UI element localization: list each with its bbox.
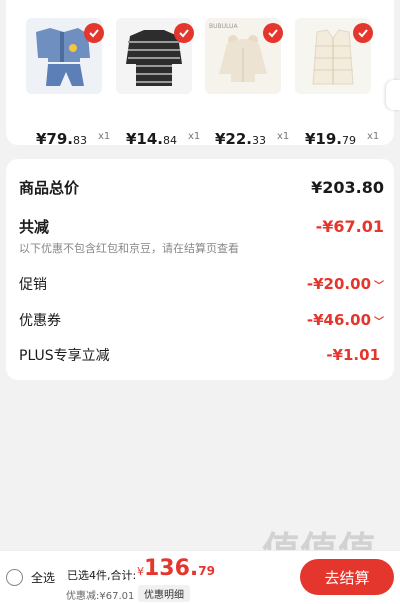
product-brand-label: BUBULUA [209, 23, 238, 30]
selected-count: 已选4件,合计: [67, 569, 137, 582]
total-amount: ¥136.79 [137, 556, 215, 581]
saving-value: -¥67.01 [315, 217, 384, 236]
select-all-label[interactable]: 全选 [31, 569, 55, 586]
checkout-button[interactable]: 去结算 [300, 559, 394, 595]
product-item[interactable]: ¥14.84 x1 [106, 18, 200, 148]
product-quantity: x1 [367, 131, 380, 142]
product-checked-icon[interactable] [263, 23, 283, 43]
product-checked-icon[interactable] [353, 23, 373, 43]
promotion-value[interactable]: -¥20.00 ﹀ [307, 275, 384, 293]
total-price-row: 商品总价 ¥203.80 [19, 177, 384, 198]
coupon-row[interactable]: 优惠券 -¥46.00 ﹀ [19, 310, 384, 330]
product-price: ¥14.84 [126, 130, 178, 148]
chevron-down-icon: ﹀ [374, 317, 384, 328]
discount-detail-button[interactable]: 优惠明细 [138, 585, 190, 602]
product-price: ¥22.33 [215, 130, 267, 148]
plus-discount-row: PLUS专享立减 -¥1.01 [19, 345, 384, 365]
saving-label: 共减 [19, 218, 50, 236]
promotion-row[interactable]: 促销 -¥20.00 ﹀ [19, 274, 384, 294]
product-checked-icon[interactable] [174, 23, 194, 43]
selected-products-card: ¥79.83 x1 ¥14.84 x1 BUBULUA ¥22.33 x1 ¥1… [6, 0, 400, 148]
discount-note: 以下优惠不包含红包和京豆，请在结算页查看 [19, 242, 239, 255]
discount-summary: 优惠减:¥67.01 [66, 591, 135, 602]
saving-row: 共减 -¥67.01 [19, 216, 384, 237]
coupon-value[interactable]: -¥46.00 ﹀ [307, 311, 384, 329]
scroll-more-handle[interactable] [386, 80, 400, 110]
product-checked-icon[interactable] [84, 23, 104, 43]
price-summary-card: 商品总价 ¥203.80 共减 -¥67.01 以下优惠不包含红包和京豆，请在结… [6, 159, 394, 380]
product-price: ¥19.79 [305, 130, 357, 148]
product-item[interactable]: ¥19.79 x1 [285, 18, 379, 148]
select-all-radio[interactable] [6, 569, 23, 586]
total-price-value: ¥203.80 [311, 178, 384, 197]
total-price-label: 商品总价 [19, 179, 80, 197]
product-item[interactable]: ¥79.83 x1 [16, 18, 110, 148]
chevron-down-icon: ﹀ [374, 281, 384, 292]
product-item[interactable]: BUBULUA ¥22.33 x1 [195, 18, 289, 148]
plus-discount-label: PLUS专享立减 [19, 348, 110, 364]
plus-discount-value: -¥1.01 [326, 346, 380, 364]
checkout-bar: 全选 已选4件,合计: ¥136.79 优惠减:¥67.01 优惠明细 去结算 [0, 550, 400, 604]
product-price: ¥79.83 [36, 130, 88, 148]
promotion-label: 促销 [19, 277, 47, 293]
coupon-label: 优惠券 [19, 313, 61, 329]
